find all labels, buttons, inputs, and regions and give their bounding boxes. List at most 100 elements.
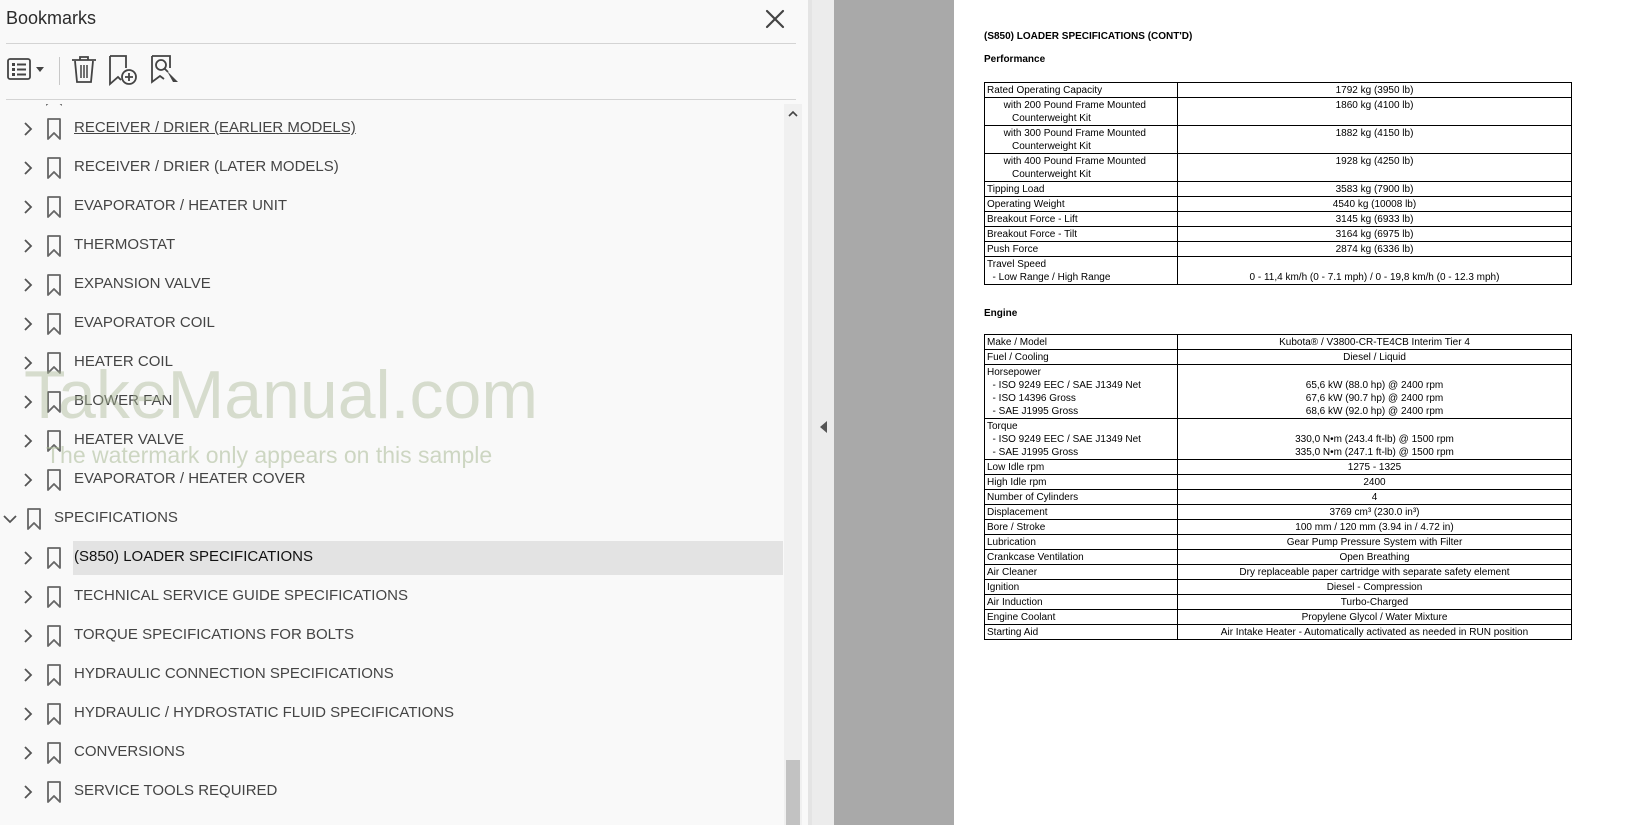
bookmark-icon [47,430,61,452]
spec-name-cell: Horsepower - ISO 9249 EEC / SAE J1349 Ne… [984,364,1178,419]
chevron-right-icon[interactable] [20,316,36,332]
chevron-right-icon[interactable] [20,433,36,449]
table-row: Bore / Stroke 100 mm / 120 mm (3.94 in / … [984,519,1572,535]
bookmark-item[interactable]: THERMOSTAT [0,228,784,264]
bookmark-item[interactable]: EVAPORATOR / HEATER COVER [0,462,784,498]
chevron-right-icon[interactable] [20,160,36,176]
bookmark-label[interactable]: EVAPORATOR COIL [74,314,215,331]
spec-name-cell: Ignition [984,579,1178,595]
bookmark-label[interactable]: HYDRAULIC / HYDROSTATIC FLUID SPECIFICAT… [74,704,454,721]
bookmark-label[interactable]: TORQUE SPECIFICATIONS FOR BOLTS [74,626,354,643]
spec-name-cell: Fuel / Cooling [984,349,1178,365]
spec-value-cell: 1275 - 1325 [1177,459,1572,475]
bookmark-item[interactable]: RECEIVER / DRIER (LATER MODELS) [0,150,784,186]
chevron-right-icon[interactable] [20,550,36,566]
document-gutter [834,0,954,825]
chevron-right-icon[interactable] [20,277,36,293]
bookmark-label[interactable]: EVAPORATOR / HEATER UNIT [74,197,287,214]
delete-bookmark-button[interactable] [68,52,100,88]
bookmark-item[interactable]: TECHNICAL SERVICE GUIDE SPECIFICATIONS [0,579,784,615]
bookmark-item[interactable]: EVAPORATOR COIL [0,306,784,342]
panel-splitter[interactable] [812,0,834,825]
spec-name-cell: Crankcase Ventilation [984,549,1178,565]
spec-value-cell: Kubota® / V3800-CR-TE4CB Interim Tier 4 [1177,334,1572,350]
close-panel-button[interactable] [762,6,788,32]
bookmark-icon [47,547,61,569]
chevron-right-icon[interactable] [20,706,36,722]
chevron-down-icon[interactable] [2,511,18,527]
bookmark-icon [47,235,61,257]
bookmark-icon [47,196,61,218]
bookmark-item[interactable]: TORQUE SPECIFICATIONS FOR BOLTS [0,618,784,654]
spec-name-cell: Air Induction [984,594,1178,610]
chevron-right-icon[interactable] [20,472,36,488]
list-options-icon [7,58,44,80]
bookmark-label[interactable]: RECEIVER / DRIER (EARLIER MODELS) [74,119,356,136]
toolbar-separator [59,57,60,85]
spec-value-cell: 1882 kg (4150 lb) [1177,125,1572,154]
bookmark-item[interactable]: EXPANSION VALVE [0,267,784,303]
chevron-right-icon[interactable] [20,355,36,371]
bookmark-label[interactable]: CONVERSIONS [74,743,185,760]
bookmark-item[interactable]: BLOWER FAN [0,384,784,420]
chevron-right-icon[interactable] [20,238,36,254]
table-row: Push Force 2874 kg (6336 lb) [984,241,1572,257]
chevron-right-icon[interactable] [20,121,36,137]
bookmark-item[interactable]: CONVERSIONS [0,735,784,771]
bookmark-item[interactable]: EVAPORATOR / HEATER UNIT [0,189,784,225]
bookmark-label[interactable]: TECHNICAL SERVICE GUIDE SPECIFICATIONS [74,587,408,604]
spec-value-cell: 65,6 kW (88.0 hp) @ 2400 rpm 67,6 kW (90… [1177,364,1572,419]
bookmark-item[interactable]: (S850) LOADER SPECIFICATIONS [0,540,784,576]
panel-divider [6,43,796,44]
spec-name-cell: Low Idle rpm [984,459,1178,475]
bookmark-icon [47,157,61,179]
chevron-right-icon[interactable] [20,784,36,800]
bookmark-label[interactable]: (S850) LOADER SPECIFICATIONS [74,548,313,565]
bookmark-item[interactable]: HYDRAULIC / HYDROSTATIC FLUID SPECIFICAT… [0,696,784,732]
bookmark-label[interactable]: RECEIVER / DRIER (LATER MODELS) [74,158,339,175]
chevron-right-icon[interactable] [20,745,36,761]
spec-name-cell: Operating Weight [984,196,1178,212]
bookmark-item[interactable]: HEATER COIL [0,345,784,381]
panel-title: Bookmarks [6,8,97,28]
collapse-panel-icon[interactable] [818,420,828,434]
bookmark-icon [47,781,61,803]
spec-value-cell: Air Intake Heater - Automatically activa… [1177,624,1572,640]
chevron-right-icon[interactable] [20,199,36,215]
spec-value-cell: Gear Pump Pressure System with Filter [1177,534,1572,550]
find-current-bookmark-button[interactable] [148,52,182,88]
trash-icon [72,56,96,83]
new-bookmark-button[interactable] [106,52,140,88]
bookmark-item[interactable]: HEATER VALVE [0,423,784,459]
spec-value-cell: Dry replaceable paper cartridge with sep… [1177,564,1572,580]
bookmark-item[interactable]: SPECIFICATIONS [0,501,784,537]
bookmark-icon [47,274,61,296]
table-row: Ignition Diesel - Compression [984,579,1572,595]
bookmark-label[interactable]: BLOWER FAN [74,392,172,409]
chevron-right-icon[interactable] [20,589,36,605]
chevron-right-icon[interactable] [20,667,36,683]
options-menu-button[interactable] [6,52,50,88]
table-row: Low Idle rpm 1275 - 1325 [984,459,1572,475]
bookmark-item[interactable]: SERVICE TOOLS REQUIRED [0,774,784,810]
table-row: Number of Cylinders 4 [984,489,1572,505]
bookmark-label[interactable]: EVAPORATOR / HEATER COVER [74,470,305,487]
bookmark-label[interactable]: EXPANSION VALVE [74,275,211,292]
bookmark-item[interactable]: HYDRAULIC CONNECTION SPECIFICATIONS [0,657,784,693]
bookmark-label[interactable]: HEATER COIL [74,353,173,370]
scrollbar-thumb[interactable] [786,760,800,825]
bookmark-item[interactable]: RECEIVER / DRIER (EARLIER MODELS) [0,111,784,147]
bookmark-label[interactable]: SERVICE TOOLS REQUIRED [74,782,277,799]
bookmarks-scrollbar[interactable] [784,104,802,825]
bookmark-label[interactable]: HYDRAULIC CONNECTION SPECIFICATIONS [74,665,394,682]
table-row: Lubrication Gear Pump Pressure System wit… [984,534,1572,550]
spec-value-cell: Diesel - Compression [1177,579,1572,595]
bookmark-label[interactable]: SPECIFICATIONS [54,509,178,526]
chevron-right-icon[interactable] [20,394,36,410]
scroll-up-icon[interactable] [787,108,799,120]
bookmark-icon [47,742,61,764]
chevron-right-icon[interactable] [20,628,36,644]
bookmark-label[interactable]: THERMOSTAT [74,236,175,253]
spec-value-cell: Propylene Glycol / Water Mixture [1177,609,1572,625]
bookmark-label[interactable]: HEATER VALVE [74,431,184,448]
